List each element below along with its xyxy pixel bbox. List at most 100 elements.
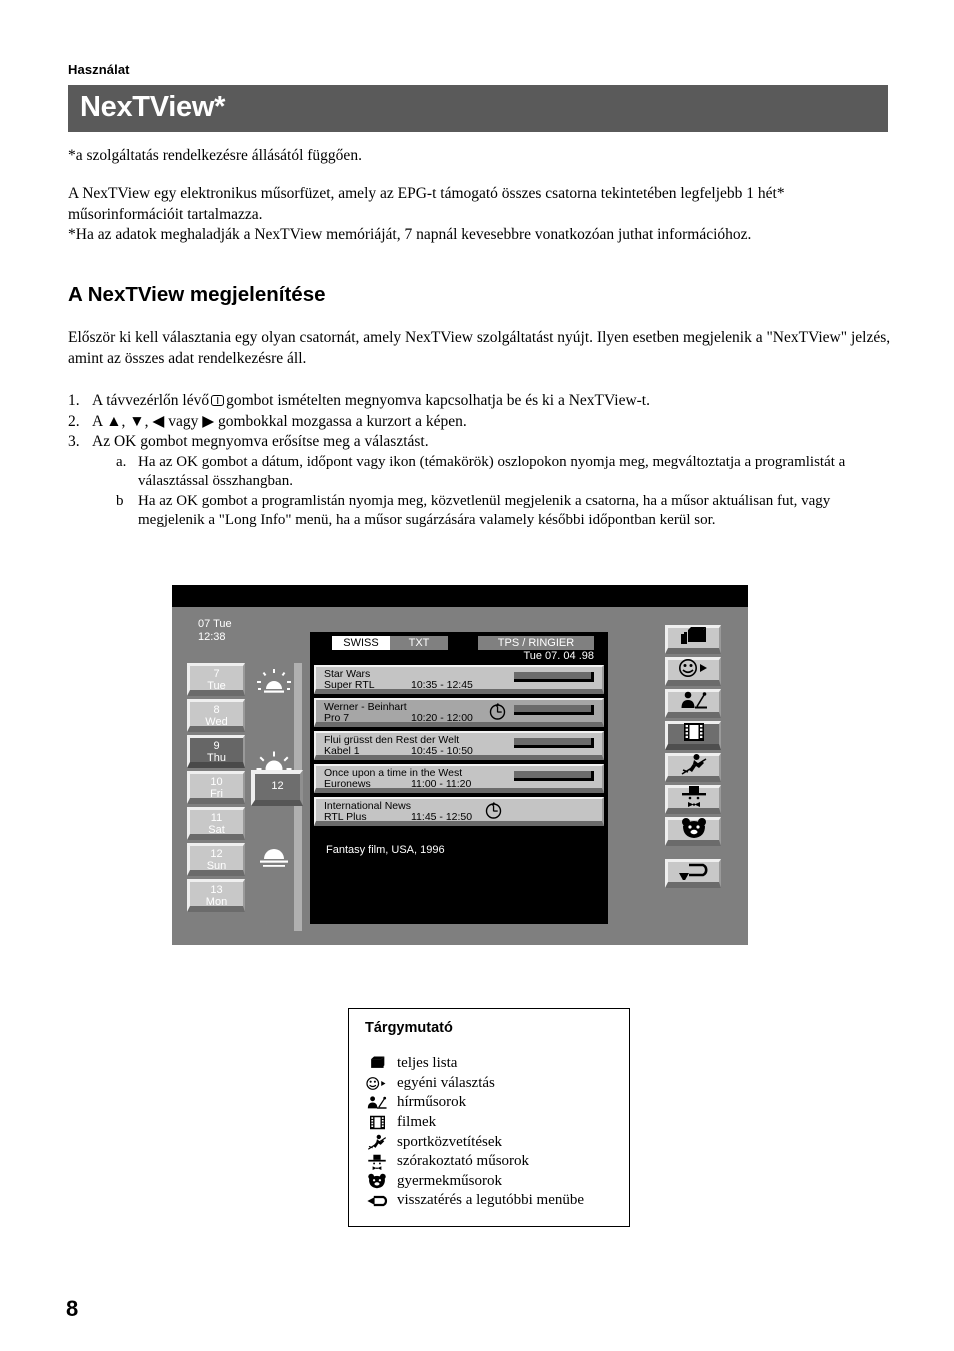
children-icon <box>680 817 708 844</box>
news-icon <box>679 690 709 715</box>
day-button-7[interactable]: 7 Tue <box>187 663 245 696</box>
program-row[interactable]: Flui grüsst den Rest der Welt Kabel 1 10… <box>314 731 604 760</box>
category-rail <box>665 625 721 891</box>
legend-label: filmek <box>397 1114 437 1131</box>
program-panel-header: SWISS TXT TPS / RINGIER Tue 07. 04 .98 <box>310 632 608 665</box>
time-slider-thumb[interactable]: 12 <box>251 770 303 806</box>
list-item: hírműsorok <box>357 1093 623 1113</box>
provider-tag: TPS / RINGIER <box>478 636 594 650</box>
sunset-icon <box>256 845 292 874</box>
moon-icon <box>256 903 292 940</box>
list-item: 2. A ▲, ▼, ◀ vagy ▶ gombokkal mozgassa a… <box>68 412 898 433</box>
movies-icon <box>357 1115 397 1130</box>
entertainment-icon <box>680 785 708 812</box>
sports-icon <box>680 753 708 780</box>
availability-footnote: *a szolgáltatás rendelkezésre állásától … <box>68 147 362 164</box>
rail-button-full-list[interactable] <box>665 625 721 654</box>
list-item: egyéni választás <box>357 1074 623 1094</box>
page-title-bar: NexTView* <box>68 85 888 132</box>
remote-nextview-button-icon <box>211 395 225 406</box>
list-item: 3. Az OK gombot megnyomva erősítse meg a… <box>68 432 898 531</box>
entertainment-icon <box>357 1154 397 1170</box>
return-icon <box>357 1193 397 1209</box>
rail-button-news[interactable] <box>665 689 721 718</box>
rail-button-sports[interactable] <box>665 753 721 782</box>
day-selector-column: 7 Tue 8 Wed 9 Thu 10 Fri 11 Sat 12 Sun 1… <box>187 663 245 915</box>
news-icon <box>357 1095 397 1110</box>
day-button-11[interactable]: 11 Sat <box>187 807 245 840</box>
program-time: 10:35 - 12:45 <box>411 679 473 691</box>
program-time: 10:20 - 12:00 <box>411 712 473 724</box>
list-item: a. Ha az OK gombot a dátum, időpont vagy… <box>116 453 898 492</box>
clock-icon <box>489 703 506 720</box>
substep-letter: a. <box>116 453 127 470</box>
movies-icon <box>683 722 705 747</box>
step-number: 2. <box>68 412 80 430</box>
legend-label: teljes lista <box>397 1055 458 1072</box>
rail-button-personal-choice[interactable] <box>665 657 721 686</box>
day-button-13[interactable]: 13 Mon <box>187 879 245 912</box>
full-list-icon <box>679 626 709 651</box>
children-icon <box>357 1173 397 1189</box>
legend-label: egyéni választás <box>397 1074 495 1091</box>
day-button-8[interactable]: 8 Wed <box>187 699 245 732</box>
intro-note: *Ha az adatok meghaladják a NexTView mem… <box>68 226 752 243</box>
progress-bar <box>514 738 594 748</box>
sports-icon <box>357 1134 397 1150</box>
full-list-icon <box>357 1056 397 1071</box>
tv-screen-mockup: 07 Tue 12:38 7 Tue 8 Wed 9 Thu 10 Fri 11… <box>172 585 748 945</box>
rail-button-children[interactable] <box>665 817 721 846</box>
list-item: teljes lista <box>357 1054 623 1074</box>
program-time: 11:00 - 11:20 <box>411 778 472 790</box>
channel-tag[interactable]: SWISS <box>332 636 390 650</box>
personal-choice-icon <box>677 658 711 683</box>
program-panel: SWISS TXT TPS / RINGIER Tue 07. 04 .98 S… <box>310 632 608 924</box>
day-button-9[interactable]: 9 Thu <box>187 735 245 768</box>
progress-bar <box>514 672 594 682</box>
section-heading: A NexTView megjelenítése <box>68 283 326 306</box>
legend-box: Tárgymutató teljes lista egyéni választá… <box>348 1008 630 1227</box>
substep-letter: b <box>116 492 124 509</box>
program-channel: RTL Plus <box>324 811 367 823</box>
list-item: gyermekműsorok <box>357 1172 623 1192</box>
program-row[interactable]: Star Wars Super RTL 10:35 - 12:45 <box>314 665 604 694</box>
list-item: szórakoztató műsorok <box>357 1152 623 1172</box>
step-number: 3. <box>68 433 80 450</box>
legend-title: Tárgymutató <box>365 1020 453 1036</box>
day-button-12[interactable]: 12 Sun <box>187 843 245 876</box>
step-number: 1. <box>68 392 80 409</box>
substep-text: Ha az OK gombot a programlistán nyomja m… <box>138 492 831 529</box>
rail-button-movies[interactable] <box>665 721 721 750</box>
program-channel: Kabel 1 <box>324 745 360 757</box>
program-row[interactable]: Once upon a time in the West Euronews 11… <box>314 764 604 793</box>
program-row[interactable]: Werner - Beinhart Pro 7 10:20 - 12:00 <box>314 698 604 727</box>
sub-instruction-list: a. Ha az OK gombot a dátum, időpont vagy… <box>92 453 898 531</box>
legend-label: gyermekműsorok <box>397 1172 502 1189</box>
program-row[interactable]: International News RTL Plus 11:45 - 12:5… <box>314 797 604 826</box>
clock-icon <box>485 802 502 819</box>
list-item: visszatérés a legutóbbi menübe <box>357 1191 623 1211</box>
lead-paragraph: Először ki kell választania egy olyan cs… <box>68 329 891 367</box>
personal-choice-icon <box>357 1076 397 1091</box>
program-time: 11:45 - 12:50 <box>411 811 473 823</box>
legend-label: szórakoztató műsorok <box>397 1153 530 1170</box>
intro-paragraph: A NexTView egy elektronikus műsorfüzet, … <box>68 185 785 223</box>
list-item: filmek <box>357 1113 623 1133</box>
list-item: b Ha az OK gombot a programlistán nyomja… <box>116 492 898 531</box>
rail-button-return[interactable] <box>665 859 721 888</box>
step-text: Az OK gombot megnyomva erősítse meg a vá… <box>92 433 429 450</box>
legend-label: hírműsorok <box>397 1094 467 1111</box>
tv-clock: 07 Tue 12:38 <box>198 618 232 643</box>
progress-bar <box>514 771 594 781</box>
program-description: Fantasy film, USA, 1996 <box>314 836 604 920</box>
rail-button-entertainment[interactable] <box>665 785 721 814</box>
instruction-list: 1. A távvezérlőn lévő gombot ismételten m… <box>68 391 898 531</box>
teletext-tag[interactable]: TXT <box>390 636 448 650</box>
list-item: sportközvetítések <box>357 1132 623 1152</box>
progress-bar <box>514 705 594 715</box>
legend-label: visszatérés a legutóbbi menübe <box>397 1192 585 1209</box>
step-text-before: A távvezérlőn lévő <box>92 392 210 409</box>
day-button-10[interactable]: 10 Fri <box>187 771 245 804</box>
legend-label: sportközvetítések <box>397 1133 502 1150</box>
program-time: 10:45 - 10:50 <box>411 745 473 757</box>
